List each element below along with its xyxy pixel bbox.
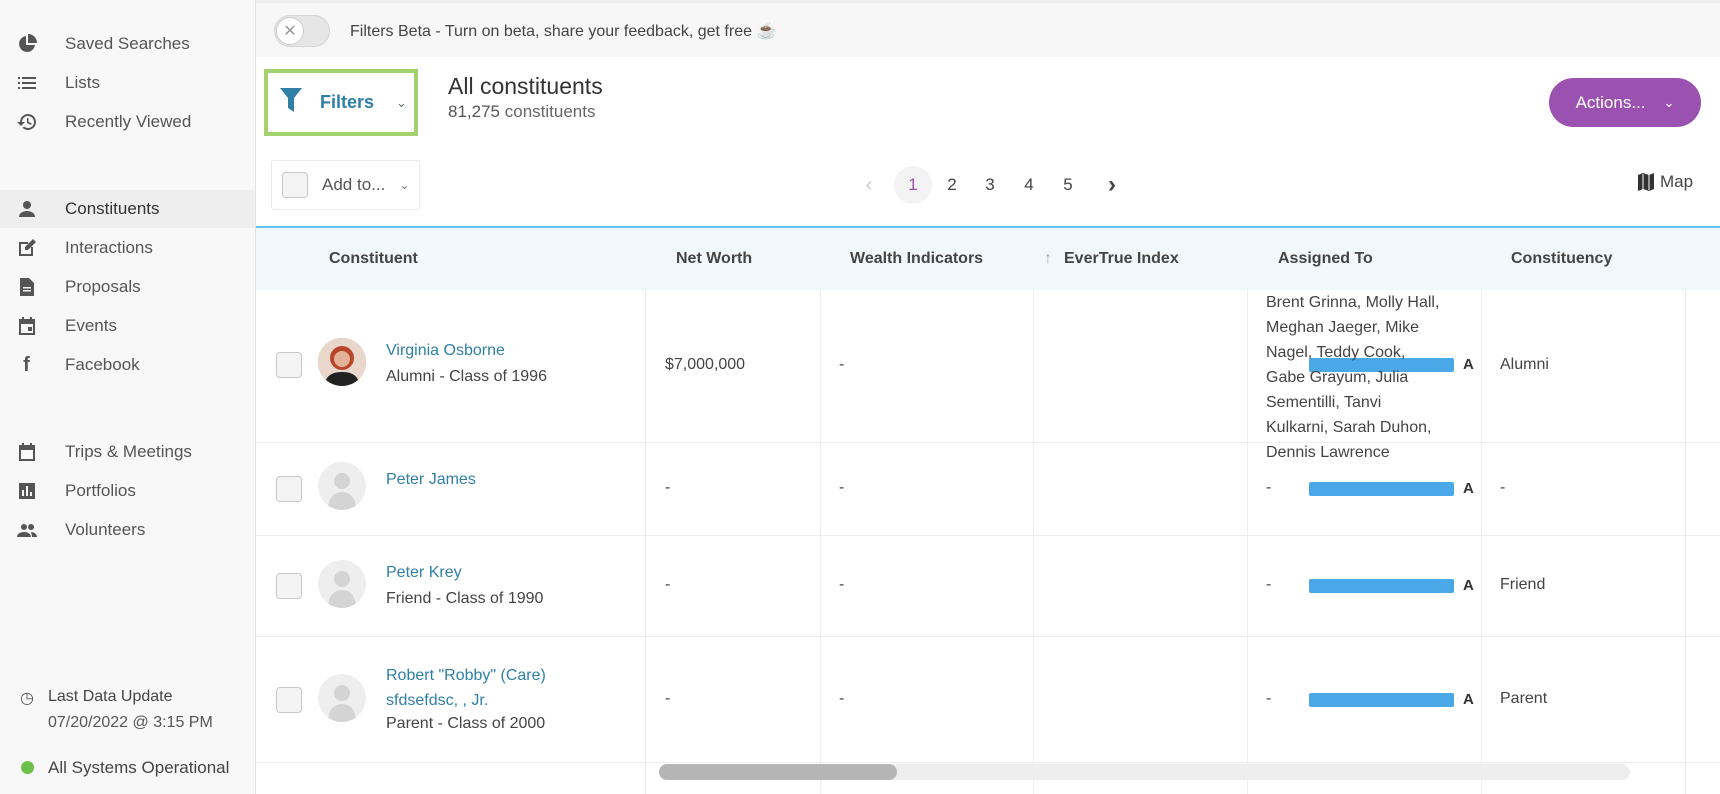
- constituent-name-link[interactable]: Virginia Osborne: [386, 342, 505, 360]
- table-row[interactable]: Peter James - - A - -: [256, 443, 1720, 536]
- column-constituent[interactable]: Constituent: [329, 228, 418, 290]
- last-update-label: Last Data Update: [48, 688, 173, 705]
- constituent-name-link[interactable]: Robert "Robby" (Care) sfdsefdsc, , Jr.: [386, 663, 586, 713]
- table-row[interactable]: Virginia Osborne Alumni - Class of 1996 …: [256, 290, 1720, 461]
- sort-up-arrow-icon: ↑: [1044, 250, 1052, 267]
- page-title: All constituents: [448, 73, 603, 99]
- calendar-trip-icon: [0, 442, 65, 462]
- chevron-down-icon: ⌄: [396, 94, 407, 110]
- constituent-count: 81,275 constituents: [448, 102, 596, 121]
- horizontal-scrollbar[interactable]: [659, 764, 1630, 780]
- sidebar-item-proposals[interactable]: Proposals: [0, 268, 255, 306]
- clock-icon: ◷: [20, 690, 34, 707]
- filters-button[interactable]: Filters ⌄: [264, 69, 418, 136]
- sidebar-item-recently-viewed[interactable]: Recently Viewed: [0, 103, 255, 141]
- sidebar-item-facebook[interactable]: f Facebook: [0, 346, 255, 384]
- beta-toggle[interactable]: ✕: [274, 15, 330, 47]
- system-status: All Systems Operational: [48, 758, 230, 777]
- person-icon: [0, 199, 65, 219]
- chevron-down-icon: ⌄: [1663, 94, 1675, 110]
- avatar: [318, 560, 366, 608]
- evertrue-index-bar: [1309, 482, 1454, 496]
- avatar: [318, 674, 366, 722]
- row-checkbox[interactable]: [276, 352, 302, 378]
- sidebar-item-portfolios[interactable]: Portfolios: [0, 472, 255, 510]
- row-checkbox[interactable]: [276, 573, 302, 599]
- history-icon: [0, 112, 65, 132]
- row-checkbox[interactable]: [276, 687, 302, 713]
- column-constituency[interactable]: Constituency: [1511, 228, 1612, 290]
- page-5[interactable]: 5: [1049, 166, 1087, 204]
- last-update-value: 07/20/2022 @ 3:15 PM: [48, 714, 213, 731]
- map-button[interactable]: Map: [1638, 172, 1693, 192]
- calendar-icon: [0, 316, 65, 336]
- sidebar-item-trips-meetings[interactable]: Trips & Meetings: [0, 433, 255, 471]
- beta-banner-text: Filters Beta - Turn on beta, share your …: [350, 23, 777, 40]
- sidebar: Saved Searches Lists Recently Viewed Con…: [0, 0, 256, 794]
- table-row[interactable]: Peter Krey Friend - Class of 1990 - - A …: [256, 536, 1720, 637]
- edit-icon: [0, 238, 65, 258]
- sidebar-item-lists[interactable]: Lists: [0, 64, 255, 102]
- map-icon: [1638, 173, 1654, 191]
- scrollbar-thumb[interactable]: [659, 764, 897, 780]
- column-evertrue-index[interactable]: EverTrue Index: [1064, 228, 1179, 290]
- bar-chart-icon: [0, 481, 65, 501]
- constituent-name-link[interactable]: Peter Krey: [386, 564, 462, 582]
- page-1[interactable]: 1: [894, 166, 932, 204]
- evertrue-index-bar: [1309, 693, 1454, 707]
- constituent-name-link[interactable]: Peter James: [386, 471, 476, 489]
- people-icon: [0, 520, 65, 540]
- evertrue-index-bar: [1309, 579, 1454, 593]
- close-icon: ✕: [276, 17, 304, 45]
- sidebar-item-saved-searches[interactable]: Saved Searches: [0, 25, 255, 63]
- list-icon: [0, 73, 65, 93]
- table-row[interactable]: Robert "Robby" (Care) sfdsefdsc, , Jr. P…: [256, 637, 1720, 763]
- beta-banner: ✕ Filters Beta - Turn on beta, share you…: [256, 0, 1720, 57]
- column-assigned-to[interactable]: Assigned To: [1278, 228, 1373, 290]
- select-all-checkbox[interactable]: [282, 172, 308, 198]
- filters-label: Filters: [320, 92, 375, 112]
- table-header: Constituent Net Worth Wealth Indicators …: [256, 226, 1720, 290]
- page-2[interactable]: 2: [933, 166, 971, 204]
- status-dot-icon: [21, 761, 34, 774]
- add-to-dropdown[interactable]: Add to... ⌄: [271, 160, 420, 210]
- avatar: [318, 338, 366, 386]
- sidebar-item-interactions[interactable]: Interactions: [0, 229, 255, 267]
- sidebar-item-volunteers[interactable]: Volunteers: [0, 511, 255, 549]
- next-page-button[interactable]: ›: [1093, 166, 1131, 204]
- pie-chart-icon: [0, 34, 65, 54]
- column-net-worth[interactable]: Net Worth: [676, 228, 752, 290]
- sidebar-item-constituents[interactable]: Constituents: [0, 190, 255, 228]
- avatar: [318, 462, 366, 510]
- document-icon: [0, 277, 65, 297]
- sidebar-item-events[interactable]: Events: [0, 307, 255, 345]
- facebook-icon: f: [23, 353, 30, 376]
- prev-page-button[interactable]: ‹: [850, 166, 888, 204]
- column-wealth-indicators[interactable]: Wealth Indicators: [850, 228, 983, 290]
- chevron-down-icon: ⌄: [399, 178, 410, 192]
- page-4[interactable]: 4: [1010, 166, 1048, 204]
- filter-icon: [280, 88, 302, 117]
- row-checkbox[interactable]: [276, 476, 302, 502]
- page-3[interactable]: 3: [971, 166, 1009, 204]
- actions-button[interactable]: Actions... ⌄: [1549, 78, 1701, 127]
